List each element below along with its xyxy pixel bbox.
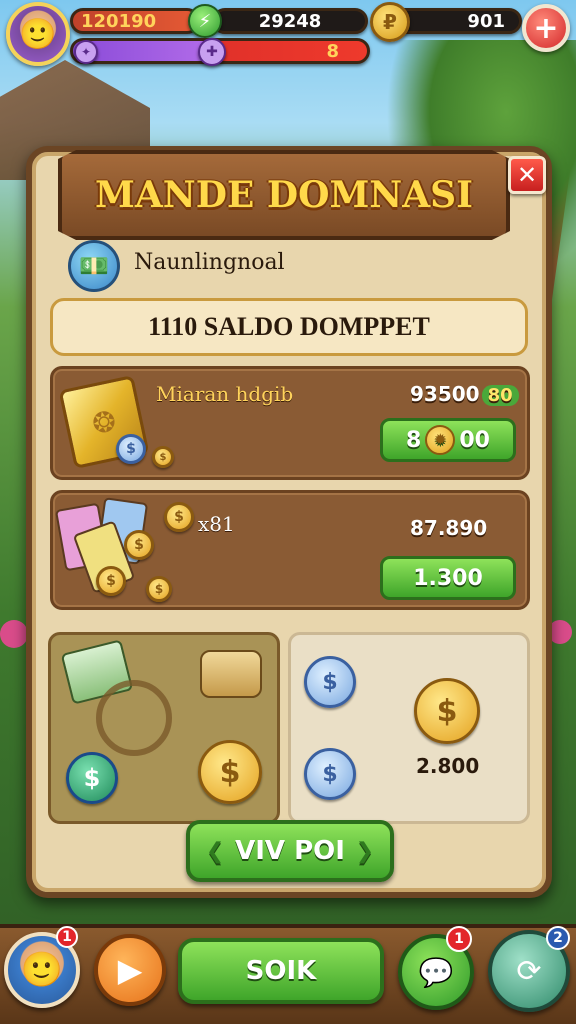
background-flower: [0, 620, 28, 648]
add-currency-button[interactable]: +: [522, 4, 570, 52]
silver-coin-icon: $: [304, 656, 356, 708]
player-avatar[interactable]: 🙂: [6, 2, 70, 66]
gold-coin-icon: $: [146, 576, 172, 602]
main-action-button[interactable]: SOIK: [178, 938, 384, 1004]
top-hud: 🙂 120190 29248 ⚡ 901 ₽ 8 ✦ ✚ +: [0, 0, 576, 72]
title-banner: MANDE DOMNASI: [58, 150, 510, 240]
panel-title: MANDE DOMNASI: [95, 174, 473, 216]
offer-cards-amount: 87.890: [410, 516, 488, 540]
wallet-balance-label: 1110 SALDO DOMPPET: [148, 312, 430, 341]
score-value: 120190: [81, 10, 157, 32]
buy-cards-button[interactable]: 1.300: [380, 556, 516, 600]
view-offers-button[interactable]: ❮ VIV POI ❯: [186, 820, 394, 882]
gold-coin-icon: $: [124, 530, 154, 560]
silver-coin-icon: $: [304, 748, 356, 800]
avatar-notification-badge: 1: [56, 926, 78, 948]
coin-reward-amount: 2.800: [416, 754, 480, 778]
xp-value: 8: [326, 40, 339, 62]
settings-swirl-icon: ⟳: [516, 953, 542, 989]
gems-bar[interactable]: 29248: [212, 8, 368, 34]
offer-gold-amount-tag: 80: [481, 385, 519, 406]
wallet-balance-scroll: 1110 SALDO DOMPPET: [50, 298, 528, 356]
money-bag-icon: [96, 680, 172, 756]
cash-bundle-icon: 💵: [68, 240, 120, 292]
close-button[interactable]: ✕: [508, 156, 546, 194]
chevron-left-icon: ❮: [206, 838, 225, 864]
big-gold-coin-icon: $: [414, 678, 480, 744]
play-icon: ▶: [117, 951, 143, 989]
buy-gold-button[interactable]: 8 ✹ 00: [380, 418, 516, 462]
score-bar: 120190: [70, 8, 200, 34]
lightning-gem-icon: ⚡: [188, 4, 222, 38]
multiplier-coin-icon: $: [164, 502, 194, 532]
gems-value: 29248: [258, 10, 322, 32]
chat-notification-badge: 1: [446, 926, 472, 952]
gear-coin-icon: ✹: [425, 425, 456, 455]
coins-value: 901: [467, 10, 505, 32]
xp-mid-icon: ✚: [198, 38, 226, 66]
chevron-right-icon: ❯: [355, 838, 374, 864]
xp-left-icon: ✦: [74, 40, 98, 64]
buy-gold-button-right: 00: [459, 427, 490, 453]
play-button[interactable]: ▶: [94, 934, 166, 1006]
chat-bubble-icon: 💬: [418, 955, 454, 989]
green-dollar-coin-icon: $: [66, 752, 118, 804]
offer-gold-amount: 93500 80: [410, 382, 519, 406]
small-gold-coin-icon: $: [152, 446, 174, 468]
panel-subtitle: Naunlingnoal: [134, 250, 285, 275]
blue-coin-icon: $: [116, 434, 146, 464]
buy-gold-button-left: 8: [406, 427, 422, 453]
settings-notification-badge: 2: [546, 926, 570, 950]
multiplier-label: x81: [198, 512, 235, 536]
bread-stack-icon: [200, 650, 262, 698]
gold-coin-icon: $: [96, 566, 126, 596]
offer-gold-amount-value: 93500: [410, 382, 480, 406]
view-offers-label: VIV POI: [235, 836, 345, 866]
coin-icon: ₽: [370, 2, 410, 42]
dollar-coin-icon: $: [198, 740, 262, 804]
offer-gold-label: Miaran hdgib: [156, 382, 294, 406]
